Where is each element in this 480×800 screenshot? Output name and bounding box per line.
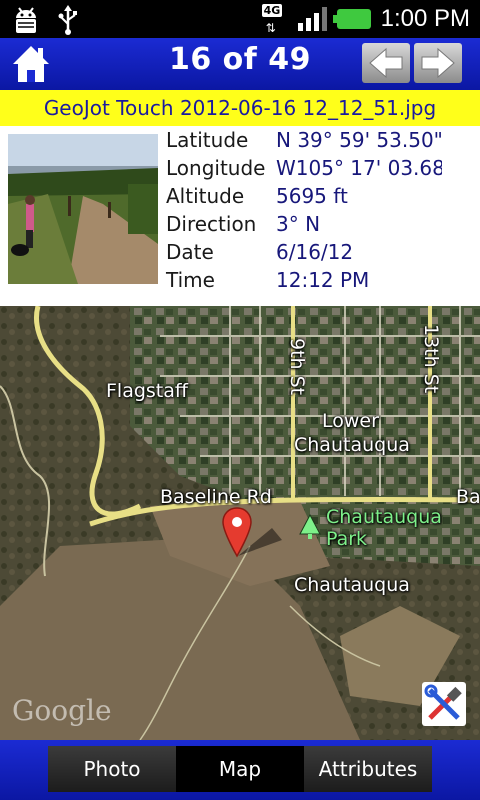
altitude-value: 5695 ft [276, 184, 348, 208]
latitude-value: N 39° 59' 53.50" [276, 128, 442, 152]
direction-value: 3° N [276, 212, 321, 236]
map-label-lower-chautauqua: Chautauqua [294, 434, 410, 456]
tab-photo[interactable]: Photo [48, 746, 176, 792]
time-value: 12:12 PM [276, 268, 370, 292]
detail-row-longitude: Longitude W105° 17' 03.68' [166, 154, 442, 182]
bottom-tab-bar: Photo Map Attributes [0, 740, 480, 800]
time-label: Time [166, 268, 215, 292]
map-label-ba: Ba [456, 486, 480, 508]
battery-icon [332, 9, 371, 29]
usb-icon [58, 5, 77, 35]
network-type-label: 4G [261, 4, 283, 17]
map-label-park: Park [326, 528, 368, 550]
detail-row-latitude: Latitude N 39° 59' 53.50" [166, 126, 442, 154]
photo-details-panel: Latitude N 39° 59' 53.50" Longitude W105… [0, 126, 480, 306]
status-clock: 1:00 PM [380, 5, 470, 32]
direction-label: Direction [166, 212, 257, 236]
latitude-label: Latitude [166, 128, 249, 152]
nav-bar: 16 of 49 [0, 38, 480, 90]
file-name-bar: GeoJot Touch 2012-06-16 12_12_51.jpg [0, 90, 480, 126]
tab-map[interactable]: Map [176, 746, 304, 792]
map-label-13th-st: 13th St [420, 324, 442, 394]
altitude-label: Altitude [166, 184, 245, 208]
tab-attributes[interactable]: Attributes [304, 746, 432, 792]
detail-row-altitude: Altitude 5695 ft [166, 182, 442, 210]
date-value: 6/16/12 [276, 240, 354, 264]
map-label-chautauqua-park: Chautauqua [326, 506, 442, 528]
longitude-label: Longitude [166, 156, 266, 180]
map-label-baseline-rd: Baseline Rd [160, 486, 272, 508]
map-tools-button[interactable] [422, 682, 466, 726]
map-label-chautauqua: Chautauqua [294, 574, 410, 596]
signal-icon [297, 7, 327, 31]
network-4g-icon: 4G ⇅ [261, 4, 283, 35]
status-bar: 4G ⇅ 1:00 PM [0, 0, 480, 38]
details-list: Latitude N 39° 59' 53.50" Longitude W105… [166, 126, 442, 294]
previous-button[interactable] [362, 43, 410, 83]
park-tree-icon [299, 514, 321, 539]
map-label-lower: Lower [322, 410, 379, 432]
android-debug-icon [16, 7, 36, 33]
longitude-value: W105° 17' 03.68' [276, 156, 442, 180]
map-label-9th-st: 9th St [286, 338, 308, 396]
home-button[interactable] [10, 42, 52, 86]
map-pin-icon[interactable] [222, 506, 282, 562]
tools-icon [424, 684, 462, 720]
home-icon [13, 46, 49, 82]
google-attribution: Google [12, 694, 112, 727]
next-button[interactable] [414, 43, 462, 83]
photo-thumbnail[interactable] [8, 134, 158, 284]
map-label-flagstaff: Flagstaff [106, 380, 188, 402]
date-label: Date [166, 240, 214, 264]
satellite-map[interactable]: Flagstaff 9th St 13th St Lower Chautauqu… [0, 306, 480, 740]
arrow-right-icon [421, 47, 455, 79]
detail-row-time: Time 12:12 PM [166, 266, 442, 294]
detail-row-direction: Direction 3° N [166, 210, 442, 238]
view-tabs: Photo Map Attributes [48, 746, 432, 792]
arrow-left-icon [369, 47, 403, 79]
detail-row-date: Date 6/16/12 [166, 238, 442, 266]
